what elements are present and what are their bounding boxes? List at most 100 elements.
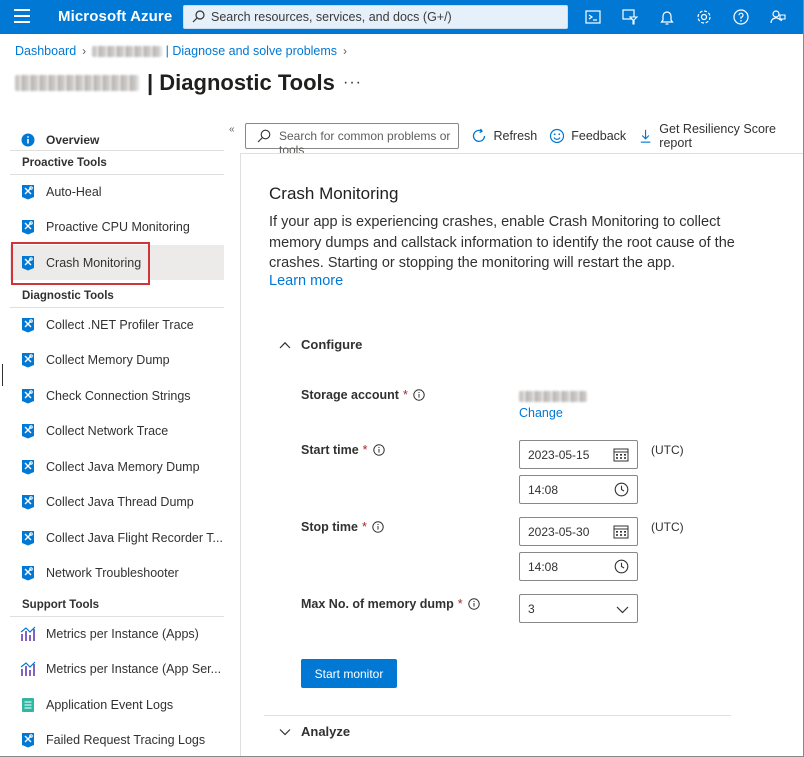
feedback-button[interactable]: Feedback [549,128,626,144]
nav-item[interactable]: Failed Request Tracing Logs [10,723,224,757]
nav-item[interactable]: Metrics per Instance (Apps) [10,616,224,651]
nav-item-label: Collect Network Trace [46,424,169,438]
top-bar: Microsoft Azure Search resources, servic… [0,0,804,34]
max-dumps-label: Max No. of memory dump * [301,597,480,611]
nav-item-label: Metrics per Instance (Apps) [46,626,199,641]
hamburger-menu-icon[interactable] [14,9,30,23]
tool-icon [20,565,36,581]
help-icon[interactable] [722,5,759,29]
settings-icon[interactable] [685,5,722,29]
nav-item[interactable]: Auto-Heal [10,174,224,209]
toolbar-divider [241,153,804,154]
metrics-chart-icon [20,661,36,677]
portal-brand[interactable]: Microsoft Azure [58,8,172,25]
nav-section-proactive: Proactive Tools [22,157,107,169]
nav-item[interactable]: Collect Java Flight Recorder T... [10,520,224,555]
tool-icon [20,219,36,235]
notifications-icon[interactable] [648,5,685,29]
nav-item-label: Collect Java Flight Recorder T... [46,530,223,545]
breadcrumb-resource[interactable]: | Diagnose and solve problems [92,44,337,58]
analyze-divider [264,715,731,716]
text-cursor [2,364,3,386]
redacted-storage-name [519,391,587,403]
breadcrumb-dashboard[interactable]: Dashboard [15,44,76,58]
refresh-icon [473,128,486,142]
cloud-shell-icon[interactable] [574,5,611,29]
stop-time-input[interactable]: 14:08 [519,552,638,581]
content-title: Crash Monitoring [269,184,399,203]
change-storage-link[interactable]: Change [519,406,563,420]
tool-icon [20,494,36,510]
nav-divider [10,150,224,151]
breadcrumb: Dashboard › | Diagnose and solve problem… [15,44,347,58]
chevron-down-icon[interactable] [616,603,629,617]
storage-account-label: Storage account * [301,388,425,402]
tool-icon [20,459,36,475]
info-icon[interactable] [372,521,384,533]
refresh-button[interactable]: Refresh [471,128,537,144]
nav-item-label: Collect .NET Profiler Trace [46,317,194,332]
nav-item[interactable]: Collect Java Memory Dump [10,449,224,484]
clock-icon[interactable] [614,559,629,577]
stop-time-label: Stop time * [301,520,384,534]
content-description: If your app is experiencing crashes, ena… [269,214,735,271]
clock-icon[interactable] [614,482,629,500]
directory-filter-icon[interactable] [611,5,648,29]
info-icon[interactable] [372,444,385,456]
chevron-right-icon: › [82,44,87,58]
nav-item[interactable]: Collect Memory Dump [10,343,224,378]
tool-search-input[interactable]: Search for common problems or tools [245,123,460,157]
more-options-icon[interactable]: ··· [343,74,362,92]
configure-section-toggle[interactable]: Configure [279,337,362,352]
global-search-input[interactable]: Search resources, services, and docs (G+… [183,5,568,29]
collapse-nav-icon[interactable]: « [229,124,235,135]
start-time-label: Start time * [301,443,385,457]
nav-item-label: Collect Java Thread Dump [46,495,194,509]
nav-item[interactable]: Collect .NET Profiler Trace [10,307,224,342]
calendar-icon[interactable] [613,447,629,465]
learn-more-link[interactable]: Learn more [269,273,343,289]
nav-item[interactable]: Application Event Logs [10,687,224,722]
calendar-icon[interactable] [613,524,629,542]
start-monitor-button[interactable]: Start monitor [301,659,397,688]
start-date-input[interactable]: 2023-05-15 [519,440,638,469]
stop-timezone-label: (UTC) [651,520,684,534]
tool-icon [20,388,36,404]
info-icon [20,132,36,148]
nav-item-overview[interactable]: Overview [10,122,224,157]
start-time-input[interactable]: 14:08 [519,475,638,504]
feedback-icon[interactable] [759,5,796,29]
max-dumps-select[interactable]: 3 [519,594,638,623]
nav-item-label: Application Event Logs [46,697,174,712]
page-title: | Diagnostic Tools [15,70,335,96]
nav-item-label: Proactive CPU Monitoring [46,220,190,234]
highlight-box [11,242,150,285]
nav-item[interactable]: Collect Java Thread Dump [10,485,224,520]
info-icon[interactable] [467,598,480,610]
download-icon [640,129,651,143]
analyze-section-toggle[interactable]: Analyze [279,724,350,739]
nav-item[interactable]: Proactive CPU Monitoring [10,210,224,245]
nav-section-diagnostic: Diagnostic Tools [22,290,114,302]
tool-icon [20,317,36,333]
start-timezone-label: (UTC) [651,443,684,457]
chevron-up-icon [279,341,291,348]
info-icon[interactable] [413,389,425,401]
resiliency-report-button[interactable]: Get Resiliency Score report [638,122,804,150]
storage-account-value [519,388,587,406]
tool-icon [20,732,36,748]
nav-item-label: Collect Java Memory Dump [46,459,200,474]
global-search-placeholder: Search resources, services, and docs (G+… [211,10,452,24]
nav-item-label: Failed Request Tracing Logs [46,733,206,747]
nav-item[interactable]: Check Connection Strings [10,378,224,413]
smiley-icon [550,128,565,144]
tool-icon [20,530,36,546]
nav-item-label: Overview [46,132,100,147]
nav-item[interactable]: Metrics per Instance (App Ser... [10,652,224,687]
stop-date-input[interactable]: 2023-05-30 [519,517,638,546]
event-log-icon [20,697,36,713]
chevron-right-icon: › [343,44,348,58]
nav-item[interactable]: Network Troubleshooter [10,556,224,591]
nav-item[interactable]: Collect Network Trace [10,414,224,449]
nav-section-support: Support Tools [22,599,100,611]
